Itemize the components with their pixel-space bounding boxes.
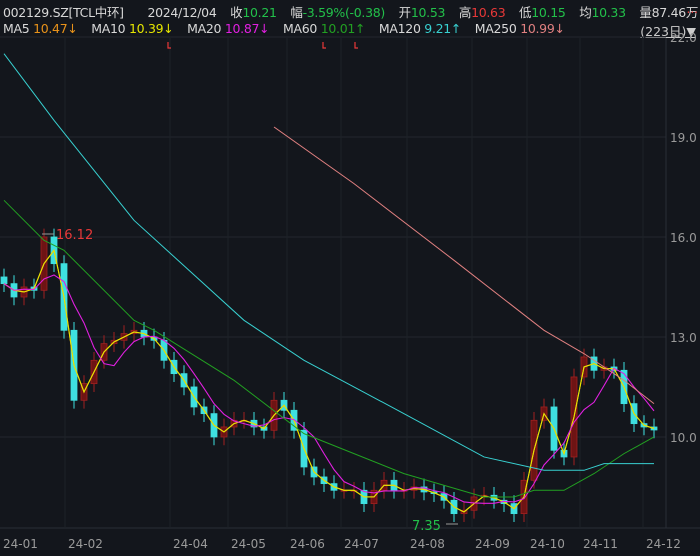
y-tick-label: 22.0 (670, 31, 697, 45)
ma20-line (3, 274, 655, 504)
high-price-label: 16.12 (56, 228, 93, 243)
x-tick-label: 24-02 (68, 537, 103, 551)
x-tick-label: 24-04 (173, 537, 208, 551)
candle (0, 276, 8, 285)
x-tick-label: 24-07 (344, 537, 379, 551)
y-tick-label: 19.0 (670, 131, 697, 145)
x-tick-label: 24-10 (530, 537, 565, 551)
x-tick-label: 24-01 (3, 537, 38, 551)
ma250-line (273, 126, 655, 405)
x-tick-label: 24-09 (475, 537, 510, 551)
event-marker (354, 42, 358, 49)
x-tick-label: 24-11 (583, 537, 618, 551)
candlestick-chart[interactable]: 22.0 19.0 16.0 13.0 10.0 24-01 24-02 24-04 24-05… (0, 0, 700, 556)
ma5-line (3, 249, 655, 513)
low-price-label: 7.35 (412, 519, 441, 534)
event-marker (322, 42, 326, 49)
x-tick-label: 24-08 (410, 537, 445, 551)
x-tick-label: 24-06 (290, 537, 325, 551)
y-tick-label: 10.0 (670, 431, 697, 445)
ma10-line (3, 249, 655, 513)
x-tick-label: 24-12 (646, 537, 681, 551)
y-tick-label: 13.0 (670, 331, 697, 345)
x-tick-label: 24-05 (231, 537, 266, 551)
y-tick-label: 16.0 (670, 231, 697, 245)
